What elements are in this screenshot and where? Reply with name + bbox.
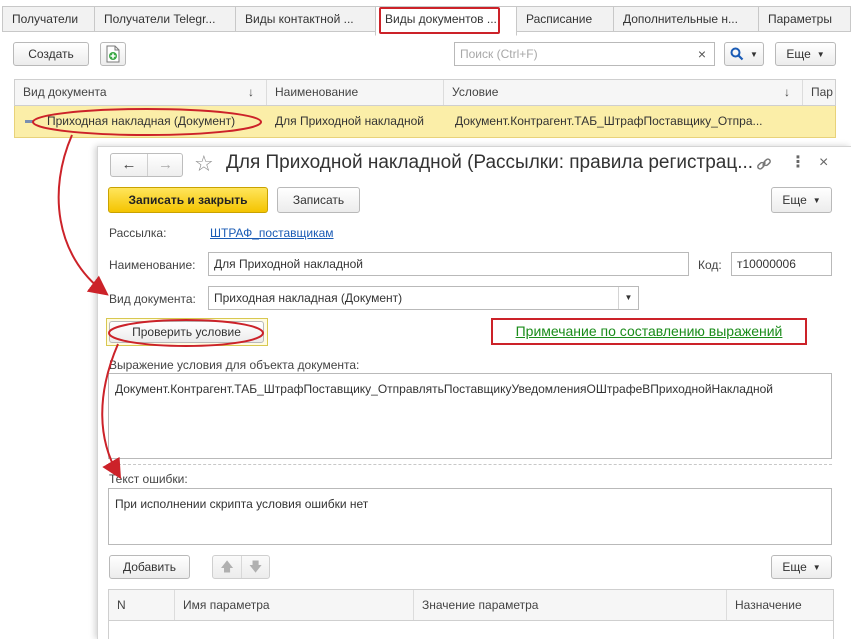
chevron-down-icon: ▼ <box>750 50 758 59</box>
params-column-purpose[interactable]: Назначение <box>727 590 833 620</box>
nav-buttons: ← → <box>110 153 183 177</box>
column-name[interactable]: Наименование <box>267 80 444 105</box>
add-parameter-button[interactable]: Добавить <box>109 555 190 579</box>
dialog-more-label: Еще <box>782 193 807 207</box>
create-button[interactable]: Создать <box>13 42 89 66</box>
params-table-header: N Имя параметра Значение параметра Назна… <box>108 589 834 621</box>
row-name: Для Приходной накладной <box>275 114 424 128</box>
sort-arrow-icon: ↓ <box>784 85 790 99</box>
search-icon <box>730 47 744 61</box>
column-doc-type-label: Вид документа <box>23 85 107 99</box>
table-row[interactable]: Приходная накладная (Документ) Для Прихо… <box>14 106 836 138</box>
mailing-link[interactable]: ШТРАФ_поставщикам <box>210 226 334 240</box>
code-field[interactable]: т10000006 <box>731 252 832 276</box>
code-label: Код: <box>698 258 722 272</box>
chevron-down-icon: ▼ <box>816 50 825 59</box>
check-condition-button[interactable]: Проверить условие <box>109 321 264 343</box>
error-text-textarea[interactable]: При исполнении скрипта условия ошибки не… <box>108 488 832 545</box>
column-condition-label: Условие <box>452 85 499 99</box>
save-and-close-button[interactable]: Записать и закрыть <box>108 187 268 213</box>
doc-type-label: Вид документа: <box>109 292 196 306</box>
params-column-name[interactable]: Имя параметра <box>175 590 414 620</box>
tab-parameters[interactable]: Параметры <box>758 6 851 32</box>
move-buttons: 🡅 🡇 <box>212 555 270 579</box>
chevron-down-icon: ▼ <box>812 196 821 205</box>
back-button[interactable]: ← <box>111 154 147 176</box>
expression-notes-link[interactable]: Примечание по составлению выражений <box>491 318 807 345</box>
forward-button[interactable]: → <box>147 154 183 176</box>
mailing-label: Рассылка: <box>109 226 167 240</box>
list-more-button[interactable]: Еще ▼ <box>775 42 836 66</box>
row-condition: Документ.Контрагент.ТАБ_ШтрафПоставщику_… <box>455 114 763 128</box>
search-button[interactable]: ▼ <box>724 42 764 66</box>
link-icon[interactable] <box>756 156 772 176</box>
column-condition[interactable]: Условие ↓ <box>444 80 803 105</box>
params-more-label: Еще <box>782 560 807 574</box>
list-header: Вид документа ↓ Наименование Условие ↓ П… <box>14 79 836 106</box>
section-divider <box>108 464 832 465</box>
column-params[interactable]: Пар <box>803 80 837 105</box>
save-button[interactable]: Записать <box>277 187 360 213</box>
tab-additional[interactable]: Дополнительные н... <box>613 6 759 32</box>
star-icon[interactable]: ☆ <box>194 153 214 175</box>
document-plus-icon <box>106 45 120 63</box>
add-document-button[interactable] <box>100 42 126 66</box>
tab-recipients[interactable]: Получатели <box>2 6 95 32</box>
sort-arrow-icon: ↓ <box>248 85 254 99</box>
expression-textarea[interactable]: Документ.Контрагент.ТАБ_ШтрафПоставщику_… <box>108 373 832 459</box>
dialog-title: Для Приходной накладной (Рассылки: прави… <box>226 152 754 173</box>
params-column-value[interactable]: Значение параметра <box>414 590 727 620</box>
more-menu-icon[interactable]: ⋮ <box>790 155 806 171</box>
move-up-icon[interactable]: 🡅 <box>213 556 241 578</box>
search-input[interactable]: Поиск (Ctrl+F) × <box>454 42 715 66</box>
params-table-body <box>108 621 834 639</box>
column-doc-type[interactable]: Вид документа ↓ <box>15 80 267 105</box>
dropdown-chevron-icon[interactable]: ▼ <box>618 287 638 309</box>
doc-type-value: Приходная накладная (Документ) <box>214 291 403 305</box>
tab-telegram-recipients[interactable]: Получатели Telegr... <box>94 6 236 32</box>
search-placeholder: Поиск (Ctrl+F) <box>460 47 538 61</box>
error-text-label: Текст ошибки: <box>109 472 188 486</box>
name-field[interactable]: Для Приходной накладной <box>208 252 689 276</box>
name-label: Наименование: <box>109 258 196 272</box>
clear-search-icon[interactable]: × <box>698 43 706 65</box>
chevron-down-icon: ▼ <box>812 563 821 572</box>
tab-contact-types[interactable]: Виды контактной ... <box>235 6 376 32</box>
chain-link-icon <box>757 158 771 170</box>
row-minus-icon <box>25 120 34 123</box>
params-column-n[interactable]: N <box>109 590 175 620</box>
move-down-icon[interactable]: 🡇 <box>241 556 269 578</box>
dialog-more-button[interactable]: Еще ▼ <box>771 187 832 213</box>
params-more-button[interactable]: Еще ▼ <box>771 555 832 579</box>
tab-schedule[interactable]: Расписание <box>516 6 614 32</box>
row-doc-type: Приходная накладная (Документ) <box>47 114 236 128</box>
doc-type-field[interactable]: Приходная накладная (Документ) ▼ <box>208 286 639 310</box>
list-more-label: Еще <box>786 47 811 61</box>
tab-highlight-annotation <box>379 7 500 34</box>
expression-label: Выражение условия для объекта документа: <box>109 358 360 372</box>
close-icon[interactable]: × <box>819 155 828 171</box>
